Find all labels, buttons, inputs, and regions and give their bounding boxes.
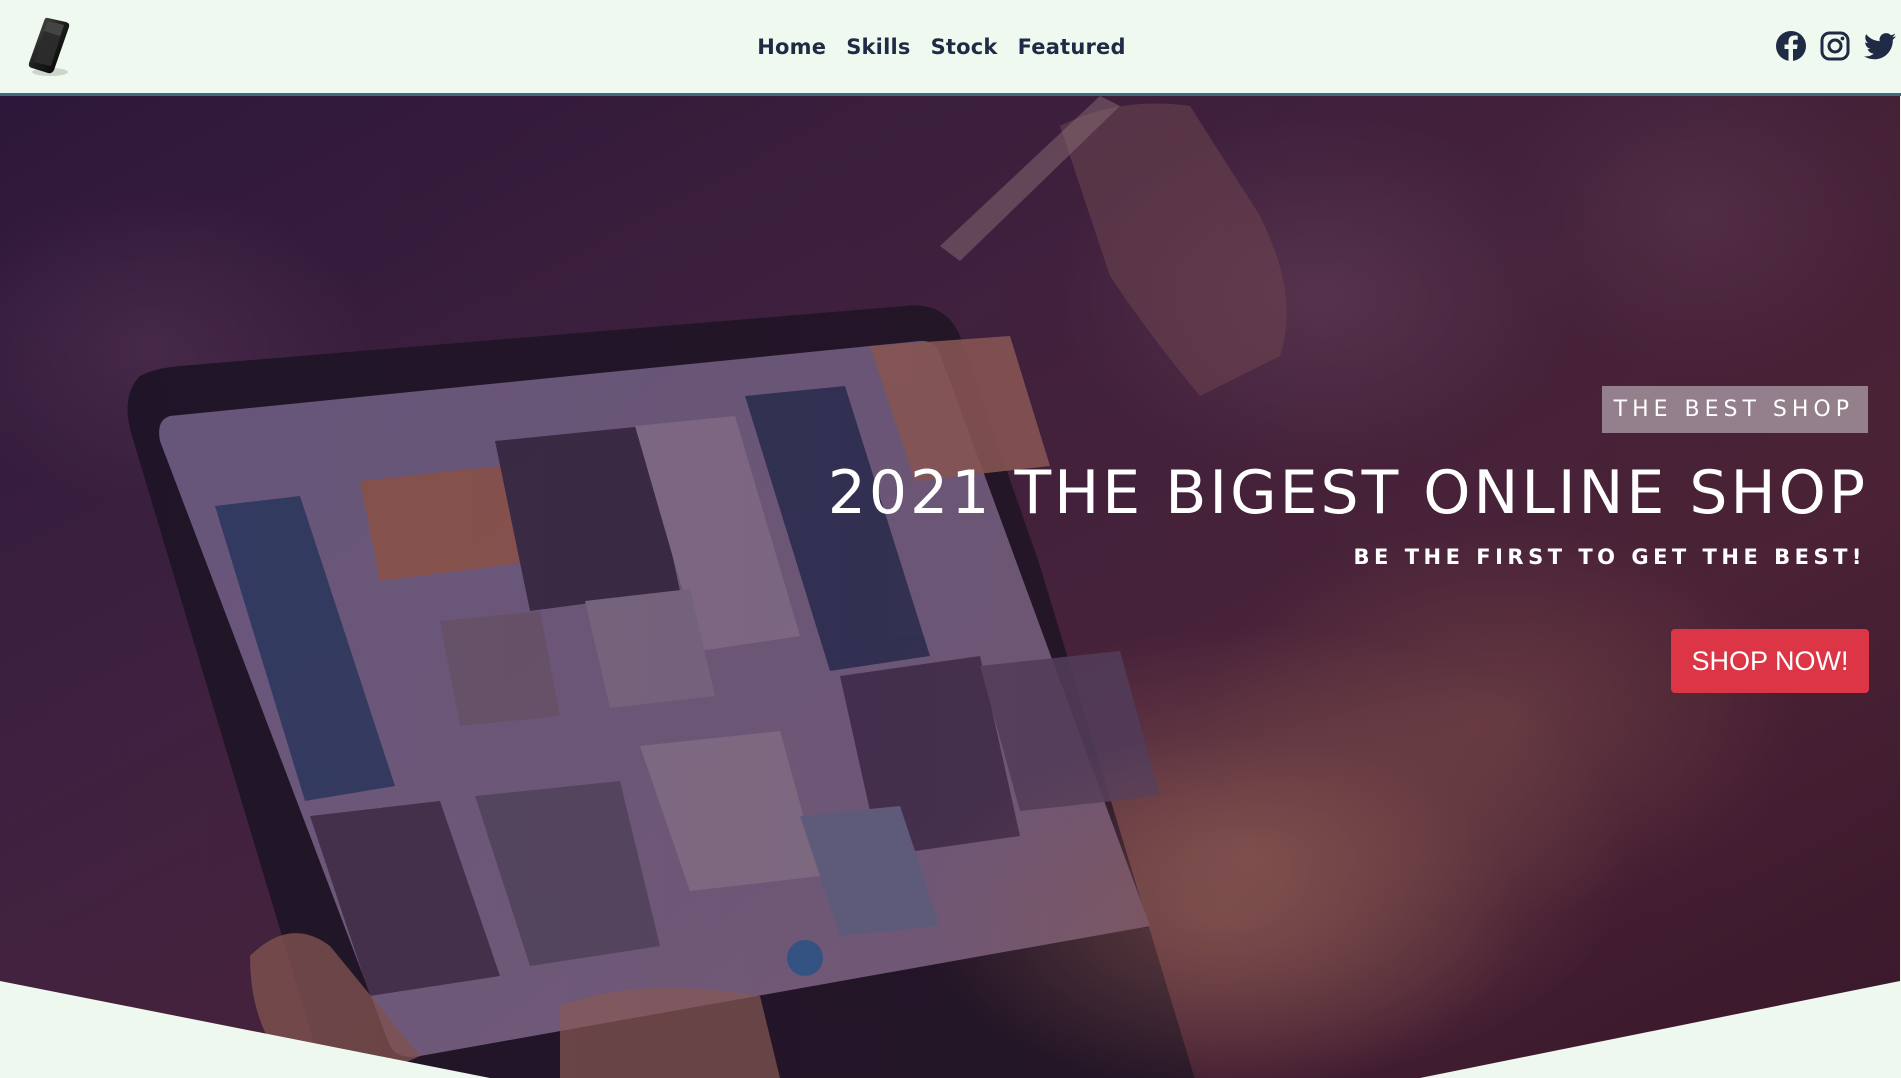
page: Home Skills Stock Featured THE BEST SHOP… [0, 0, 1901, 1078]
social-links [1775, 30, 1896, 62]
main-nav: Home Skills Stock Featured [0, 0, 1901, 93]
facebook-icon[interactable] [1775, 30, 1807, 62]
hero-background-image [0, 96, 1900, 1078]
hero-headline: 2021 THE BIGEST ONLINE SHOP [827, 458, 1868, 528]
hero-subline: BE THE FIRST TO GET THE BEST! [1353, 545, 1866, 569]
shop-now-button[interactable]: SHOP NOW! [1671, 629, 1869, 693]
nav-home-link[interactable]: Home [747, 35, 836, 59]
phone-logo-icon[interactable] [24, 14, 82, 78]
hero-tag: THE BEST SHOP [1601, 386, 1868, 433]
twitter-icon[interactable] [1863, 30, 1896, 62]
nav-featured-link[interactable]: Featured [1008, 35, 1136, 59]
instagram-icon[interactable] [1819, 30, 1851, 62]
navbar: Home Skills Stock Featured [0, 0, 1901, 96]
nav-skills-link[interactable]: Skills [836, 35, 920, 59]
hero-banner: THE BEST SHOP 2021 THE BIGEST ONLINE SHO… [0, 96, 1900, 1078]
nav-stock-link[interactable]: Stock [921, 35, 1008, 59]
